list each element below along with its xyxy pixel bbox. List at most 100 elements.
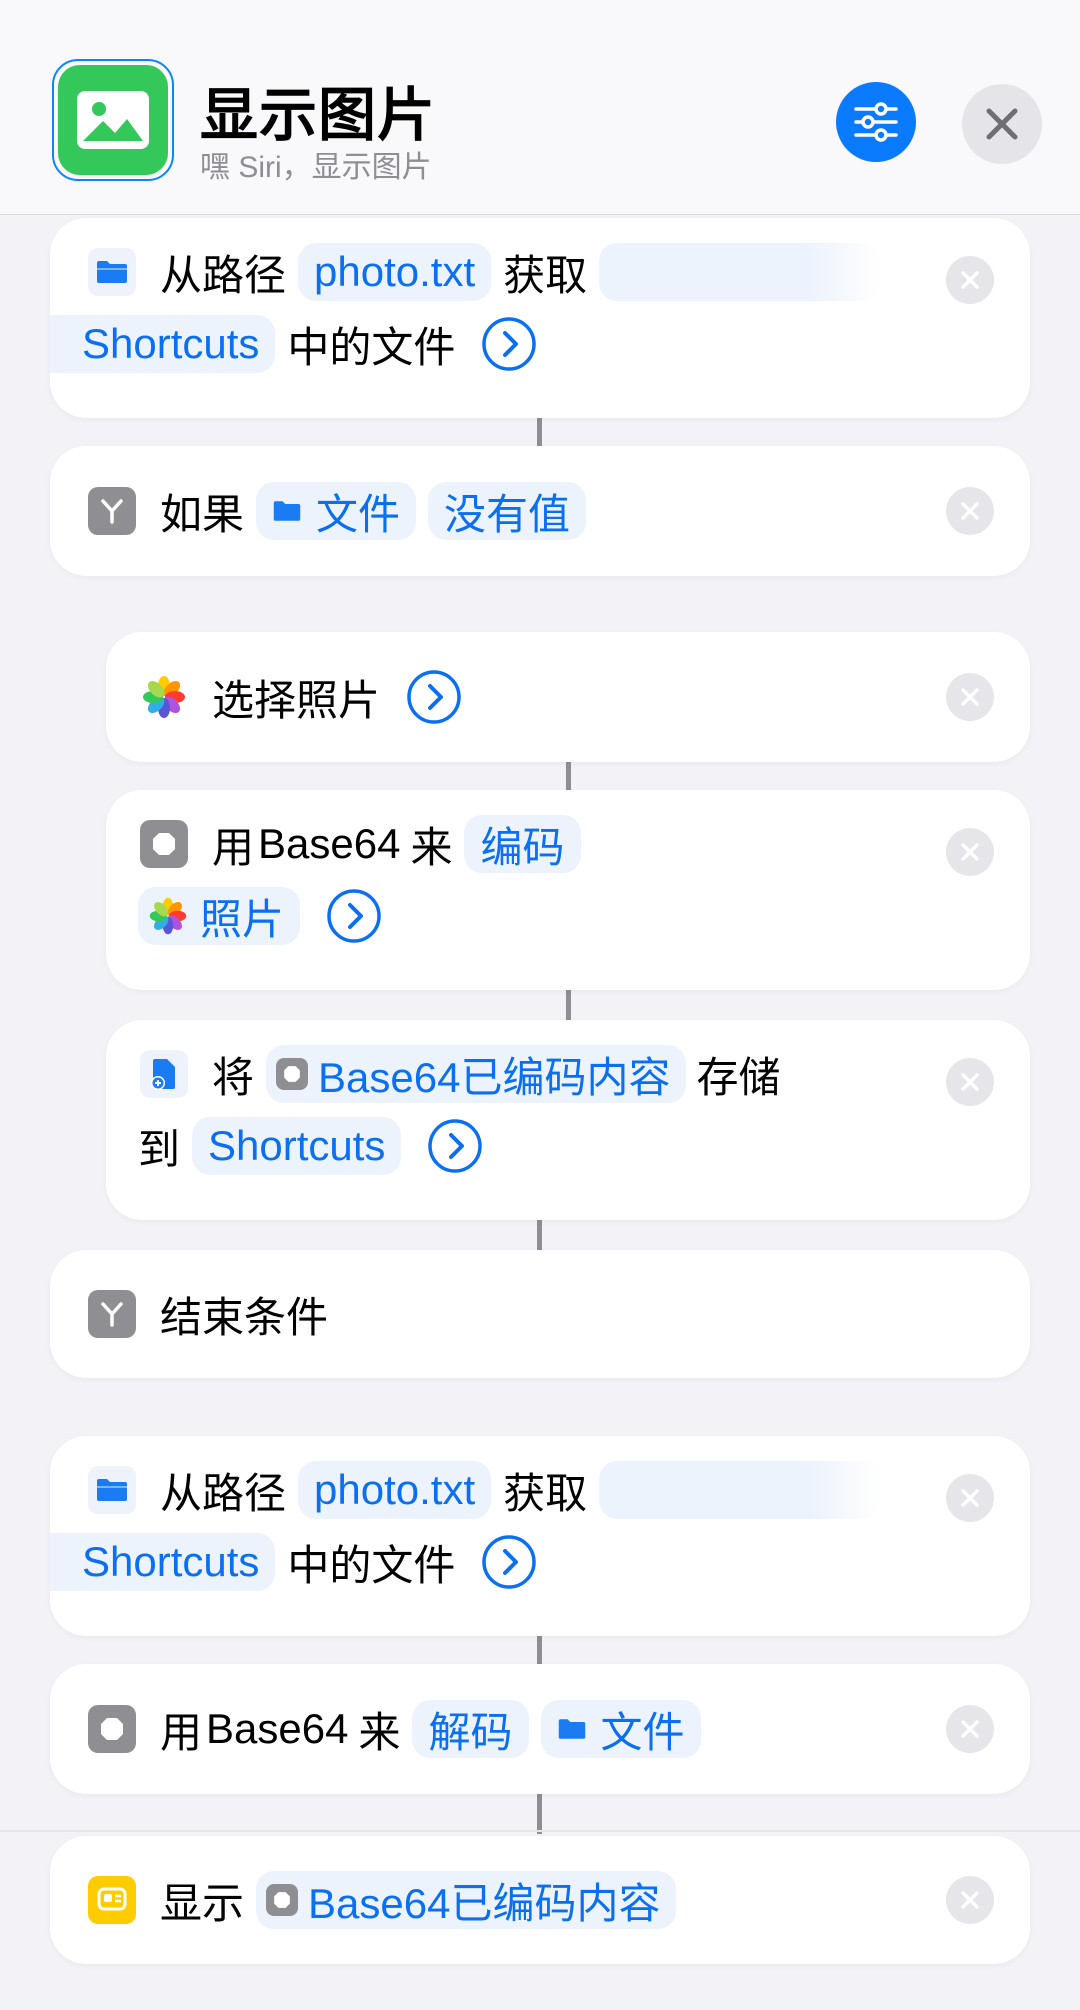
- action-save-file[interactable]: 将 Base64已编码内容 存储 到 Shortcuts: [106, 1020, 1030, 1220]
- input-token[interactable]: 照片: [138, 887, 301, 945]
- photos-app-icon: [149, 897, 187, 935]
- close-icon: [961, 271, 979, 289]
- shortcut-app-icon[interactable]: [52, 59, 174, 181]
- remove-action-button[interactable]: [946, 1876, 994, 1924]
- document-add-icon: [140, 1050, 188, 1098]
- close-icon: [961, 688, 979, 706]
- mode-token[interactable]: 解码: [412, 1700, 529, 1758]
- action-text: 结束条件: [160, 1293, 329, 1341]
- action-text: 用: [212, 823, 255, 871]
- shortcut-title: 显示图片: [200, 83, 437, 148]
- expand-button[interactable]: [481, 316, 537, 372]
- folder-token[interactable]: Shortcuts: [50, 1533, 276, 1591]
- action-text: 用: [160, 1708, 203, 1756]
- destination-token[interactable]: Shortcuts: [192, 1117, 402, 1175]
- action-text: 显示: [160, 1879, 245, 1927]
- action-select-photos[interactable]: 选择照片: [106, 632, 1030, 762]
- action-text: 中的文件: [287, 1541, 456, 1589]
- action-end-if[interactable]: 结束条件: [50, 1250, 1030, 1378]
- action-text: 中的文件: [287, 323, 456, 371]
- path-token[interactable]: photo.txt: [298, 1461, 492, 1519]
- action-if[interactable]: 如果 文件 没有值: [50, 446, 1030, 576]
- service-token[interactable]: [599, 1461, 882, 1519]
- flow-connector: [537, 1636, 542, 1664]
- flow-connector: [537, 1794, 542, 1834]
- action-show-result[interactable]: 显示 Base64已编码内容: [50, 1836, 1030, 1964]
- remove-action-button[interactable]: [946, 1474, 994, 1522]
- siri-phrase: 嘿 Siri，显示图片: [200, 151, 432, 184]
- expand-button[interactable]: [406, 669, 462, 725]
- chevron-right-circle-icon: [407, 670, 461, 724]
- action-text: 来: [358, 1708, 401, 1756]
- script-icon: [88, 1705, 136, 1753]
- remove-action-button[interactable]: [946, 1705, 994, 1753]
- content-token[interactable]: Base64已编码内容: [256, 1871, 677, 1929]
- flow-connector: [537, 418, 542, 446]
- close-icon: [961, 1489, 979, 1507]
- folder-icon: [88, 248, 136, 296]
- content-label: Base64已编码内容: [318, 1053, 671, 1101]
- expand-button[interactable]: [326, 888, 382, 944]
- mode-token[interactable]: 编码: [464, 815, 581, 873]
- flow-connector: [566, 762, 571, 790]
- folder-token[interactable]: Shortcuts: [50, 315, 276, 373]
- action-text: 将: [212, 1053, 255, 1101]
- branch-icon: [88, 1290, 136, 1338]
- action-get-file[interactable]: 从路径 photo.txt 获取 Shortcuts 中的文件: [50, 1436, 1030, 1636]
- encoding-method: Base64: [206, 1705, 349, 1752]
- content-label: Base64已编码内容: [308, 1879, 661, 1927]
- expand-button[interactable]: [427, 1118, 483, 1174]
- chevron-right-circle-icon: [482, 1535, 537, 1589]
- action-text: 如果: [160, 490, 245, 538]
- branch-icon: [88, 487, 136, 535]
- close-icon: [986, 108, 1018, 140]
- chevron-right-circle-icon: [327, 889, 381, 943]
- photo-icon: [77, 91, 149, 149]
- folder-icon: [88, 1466, 136, 1514]
- action-base64-decode[interactable]: 用 Base64 来 解码 文件: [50, 1664, 1030, 1794]
- close-icon: [961, 843, 979, 861]
- settings-button[interactable]: [836, 82, 916, 162]
- remove-action-button[interactable]: [946, 828, 994, 876]
- expand-button[interactable]: [481, 1534, 537, 1590]
- action-get-file[interactable]: 从路径 photo.txt 获取 Shortcuts 中的文件: [50, 218, 1030, 418]
- action-base64-encode[interactable]: 用 Base64 来 编码 照片: [106, 790, 1030, 990]
- action-text: 从路径: [160, 251, 287, 299]
- close-icon: [961, 1891, 979, 1909]
- action-text: 获取: [503, 251, 588, 299]
- variable-token[interactable]: 文件: [256, 482, 417, 540]
- remove-action-button[interactable]: [946, 256, 994, 304]
- remove-action-button[interactable]: [946, 1058, 994, 1106]
- action-text: 选择照片: [212, 676, 381, 724]
- flow-connector: [566, 990, 571, 1020]
- folder-icon: [272, 499, 302, 523]
- flow-connector: [537, 1220, 542, 1250]
- action-text: 到: [138, 1125, 181, 1173]
- condition-token[interactable]: 没有值: [428, 482, 587, 540]
- script-icon: [266, 1884, 299, 1916]
- action-text: 存储: [696, 1053, 781, 1101]
- path-token[interactable]: photo.txt: [298, 243, 492, 301]
- input-label: 文件: [600, 1708, 685, 1756]
- input-token[interactable]: 文件: [540, 1700, 701, 1758]
- close-icon: [961, 1073, 979, 1091]
- remove-action-button[interactable]: [946, 487, 994, 535]
- content-token[interactable]: Base64已编码内容: [266, 1045, 687, 1103]
- service-token[interactable]: [599, 243, 882, 301]
- close-icon: [961, 1720, 979, 1738]
- scroll-edge-divider: [0, 1830, 1080, 1832]
- variable-label: 文件: [316, 490, 401, 538]
- close-icon: [961, 502, 979, 520]
- sliders-icon: [854, 102, 898, 142]
- show-result-icon: [88, 1876, 136, 1924]
- folder-icon: [557, 1717, 587, 1741]
- close-button[interactable]: [962, 84, 1042, 164]
- script-icon: [276, 1058, 309, 1090]
- chevron-right-circle-icon: [428, 1119, 483, 1173]
- encoding-method: Base64: [258, 820, 401, 867]
- remove-action-button[interactable]: [946, 673, 994, 721]
- script-icon: [140, 820, 188, 868]
- chevron-right-circle-icon: [482, 317, 537, 371]
- photos-app-icon: [140, 673, 188, 721]
- input-label: 照片: [200, 895, 285, 943]
